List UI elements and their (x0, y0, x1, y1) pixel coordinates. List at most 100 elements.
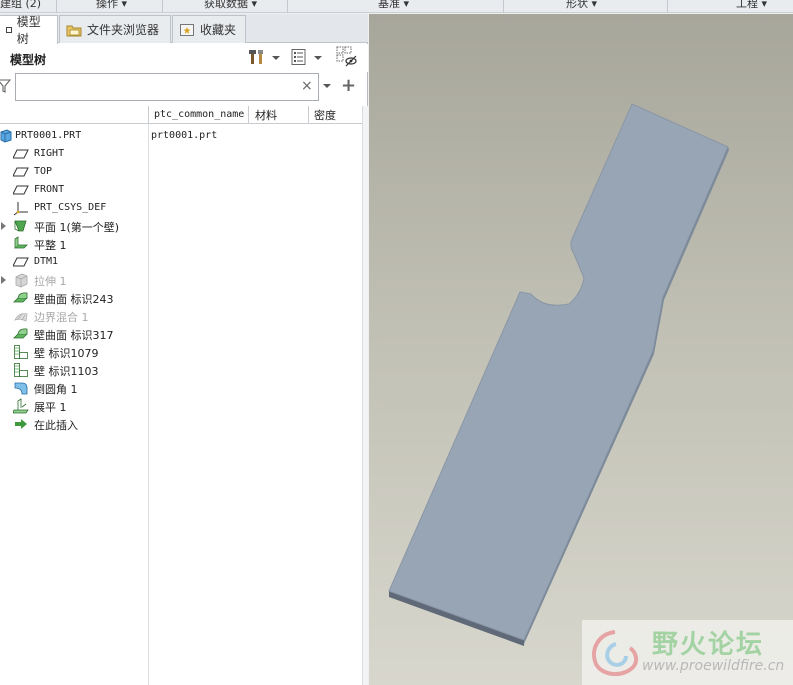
tree-item-label: 平面 1(第一个壁) (34, 221, 120, 234)
tree-item-dtm1[interactable]: DTM1 (0, 253, 362, 271)
favorites-icon (179, 23, 195, 37)
datum-plane-icon (12, 146, 29, 162)
model-tree-header: 模型树 (0, 44, 368, 72)
tree-item-wall-1103[interactable]: 壁 标识1103 (0, 361, 362, 379)
ribbon-separator (56, 0, 57, 13)
wall-surface-icon (13, 290, 29, 306)
tree-item-label: DTM1 (34, 256, 59, 267)
tree-item-label: PRT0001.PRT (15, 130, 82, 141)
column-separator (308, 106, 309, 124)
column-material[interactable]: 材料 (255, 107, 277, 123)
ribbon-separator (667, 0, 668, 13)
tree-item-label: 壁曲面 标识243 (34, 293, 114, 306)
tab-favorites[interactable]: 收藏夹 (172, 15, 246, 43)
tree-item-front[interactable]: FRONT (0, 181, 362, 199)
tree-item-label: 平整 1 (34, 239, 67, 252)
tab-folder-browser-label: 文件夹浏览器 (87, 23, 160, 37)
tree-settings-button[interactable] (248, 47, 280, 69)
ribbon-group-build[interactable]: 建组 (2) (0, 0, 41, 13)
model-tree-tab-icon (6, 27, 12, 33)
column-common-name[interactable]: ptc_common_name (154, 109, 246, 120)
tree-item-label: 壁 标识1103 (34, 365, 99, 378)
part-icon (0, 128, 14, 144)
tab-favorites-label: 收藏夹 (200, 23, 237, 37)
datum-plane-icon (12, 182, 29, 198)
tools-icon (248, 48, 266, 69)
model-tree-title: 模型树 (10, 53, 47, 67)
wall-icon (13, 362, 29, 378)
csys-icon (13, 200, 29, 216)
tree-item-root[interactable]: PRT0001.PRT prt0001.prt (0, 127, 362, 145)
chevron-down-icon (272, 56, 280, 60)
column-density[interactable]: 密度 (314, 107, 336, 123)
tree-item-right[interactable]: RIGHT (0, 145, 362, 163)
tree-item-insert-here[interactable]: 在此插入 (0, 415, 362, 433)
tree-item-label: 壁 标识1079 (34, 347, 99, 360)
tree-item-flat-wall[interactable]: 平整 1 (0, 235, 362, 253)
tree-scrollbar[interactable] (362, 106, 368, 685)
tree-item-label: 拉伸 1 (34, 275, 67, 288)
expand-arrow-icon[interactable] (1, 276, 6, 284)
add-filter-icon[interactable]: + (341, 75, 356, 96)
expand-arrow-icon[interactable] (1, 222, 6, 230)
tab-folder-browser[interactable]: 文件夹浏览器 (59, 15, 171, 43)
navigator-panel: 模型树 文件夹浏览器 收藏夹 模型树 × + ptc_common_name 材… (0, 14, 368, 685)
datum-plane-icon (12, 254, 29, 270)
ribbon-group-datum[interactable]: 基准 ▾ (378, 0, 409, 13)
wall-icon (13, 344, 29, 360)
ribbon-separator (162, 0, 163, 13)
tree-item-wall-surface-317[interactable]: 壁曲面 标识317 (0, 325, 362, 343)
navigator-tabs: 模型树 文件夹浏览器 收藏夹 (0, 14, 368, 46)
tree-display-button[interactable] (290, 47, 322, 69)
watermark-title: 野火论坛 (652, 630, 765, 660)
part-face (388, 103, 729, 641)
watermark-logo-icon (586, 626, 644, 683)
show-hide-button[interactable] (336, 46, 358, 71)
tree-item-boundary-blend[interactable]: 边界混合 1 (0, 307, 362, 325)
tree-item-label: PRT_CSYS_DEF (34, 202, 107, 213)
ribbon-group-engineering[interactable]: 工程 ▾ (736, 0, 767, 13)
forum-watermark: 野火论坛 www.proewildfire.cn (582, 620, 793, 685)
ribbon-separator (503, 0, 504, 13)
tree-filter-row: × + (0, 72, 368, 102)
wall-surface-icon (13, 326, 29, 342)
tree-item-label: 在此插入 (34, 419, 78, 432)
tree-item-label: 边界混合 1 (34, 311, 89, 324)
graphics-viewport[interactable]: 野火论坛 www.proewildfire.cn (369, 14, 793, 685)
boundary-blend-icon (13, 308, 29, 324)
extrude-icon (13, 272, 29, 288)
tree-item-planar-wall[interactable]: 平面 1(第一个壁) (0, 217, 362, 235)
tree-item-wall-1079[interactable]: 壁 标识1079 (0, 343, 362, 361)
insert-here-icon (13, 416, 29, 432)
filter-dropdown-icon[interactable] (323, 84, 331, 88)
visibility-grid-icon (336, 46, 358, 71)
ribbon-group-operations[interactable]: 操作 ▾ (96, 0, 127, 13)
datum-plane-icon (12, 164, 29, 180)
folder-icon (66, 23, 82, 37)
tree-item-unbend[interactable]: 展平 1 (0, 397, 362, 415)
chevron-down-icon (314, 56, 322, 60)
tree-item-top[interactable]: TOP (0, 163, 362, 181)
ribbon-group-get-data[interactable]: 获取数据 ▾ (204, 0, 257, 13)
ribbon-group-shapes[interactable]: 形状 ▾ (566, 0, 597, 13)
column-separator (148, 106, 149, 124)
unbend-icon (12, 398, 29, 414)
planar-wall-icon (13, 218, 29, 234)
sheetmetal-part-model (388, 103, 729, 646)
tree-item-round[interactable]: 倒圆角 1 (0, 379, 362, 397)
ribbon-group-bar: 建组 (2) 操作 ▾ 获取数据 ▾ 基准 ▾ 形状 ▾ 工程 ▾ (0, 0, 793, 13)
round-icon (13, 380, 29, 396)
tree-item-label: TOP (34, 166, 53, 177)
tree-item-label: 倒圆角 1 (34, 383, 78, 396)
tab-model-tree-label: 模型树 (16, 15, 41, 46)
tab-model-tree[interactable]: 模型树 (0, 15, 58, 46)
column-separator (248, 106, 249, 124)
clear-filter-icon[interactable]: × (301, 78, 313, 94)
tree-item-wall-surface-243[interactable]: 壁曲面 标识243 (0, 289, 362, 307)
tree-filter-input[interactable] (15, 73, 319, 101)
tree-item-extrude[interactable]: 拉伸 1 (0, 271, 362, 289)
flat-wall-icon (13, 236, 29, 252)
filter-icon (0, 78, 12, 97)
tree-item-csys[interactable]: PRT_CSYS_DEF (0, 199, 362, 217)
common-name-value: prt0001.prt (151, 130, 218, 141)
